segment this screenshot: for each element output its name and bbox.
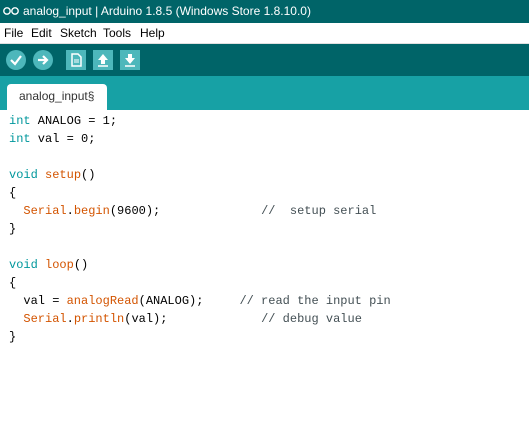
menu-bar: File Edit Sketch Tools Help [0,23,529,44]
code-editor[interactable]: int ANALOG = 1; int val = 0; void setup(… [0,110,529,422]
dot: . [66,204,74,218]
code-line-11: val = analogRead(ANALOG); // read the in… [9,292,391,310]
code-line-9: void loop() [9,256,391,274]
title-bar: analog_input | Arduino 1.8.5 (Windows St… [0,0,529,23]
menu-help[interactable]: Help [140,23,165,43]
menu-sketch[interactable]: Sketch [60,23,97,43]
code-text-span: val = [9,294,67,308]
class-name: Serial [23,312,67,326]
save-button[interactable] [120,50,140,70]
tab-bar: analog_input§ [0,76,529,110]
code-line-12: Serial.println(val); // debug value [9,310,391,328]
code-text-span: ANALOG = 1; [30,114,118,128]
keyword: int [9,114,31,128]
code-text-span: (val); [124,312,262,326]
menu-edit[interactable]: Edit [31,23,52,43]
function-name: loop [45,258,74,272]
arrow-down-icon [125,54,135,67]
code-comment: // debug value [261,312,362,326]
code-line-5: { [9,186,17,200]
menu-file[interactable]: File [4,23,23,43]
tab-analog-input[interactable]: analog_input§ [7,84,107,110]
code-line-4: void setup() [9,166,391,184]
menu-tools[interactable]: Tools [103,23,131,43]
keyword: void [9,258,38,272]
check-icon [10,55,22,66]
class-name: Serial [23,204,67,218]
arrow-right-icon [38,55,49,65]
code-line-1: int ANALOG = 1; [9,112,391,130]
code-line-6: Serial.begin(9600); // setup serial [9,202,391,220]
new-button[interactable] [66,50,86,70]
code-line-10: { [9,276,17,290]
code-text-span: val = 0; [30,132,96,146]
toolbar [0,44,529,76]
arrow-up-icon [98,54,108,67]
code-line-13: } [9,330,17,344]
keyword: int [9,132,31,146]
function-name: setup [45,168,82,182]
open-button[interactable] [93,50,113,70]
code-text-span: () [81,168,96,182]
code-line-7: } [9,222,17,236]
code-text-span: () [73,258,89,272]
verify-button[interactable] [6,50,26,70]
code-line-2: int val = 0; [9,130,391,148]
new-file-icon [71,53,82,67]
code-text-span: (ANALOG); [138,294,240,308]
dot: . [66,312,74,326]
function-name: begin [73,204,110,218]
upload-button[interactable] [33,50,53,70]
function-name: println [73,312,125,326]
code-comment: // setup serial [261,204,377,218]
function-name: analogRead [66,294,139,308]
window-title: analog_input | Arduino 1.8.5 (Windows St… [23,4,311,18]
tab-label: analog_input§ [19,89,95,103]
code-text: int ANALOG = 1; int val = 0; void setup(… [9,112,391,346]
keyword: void [9,168,38,182]
code-comment: // read the input pin [239,294,391,308]
code-text-span: (9600); [109,204,262,218]
arduino-logo-icon [3,7,19,15]
